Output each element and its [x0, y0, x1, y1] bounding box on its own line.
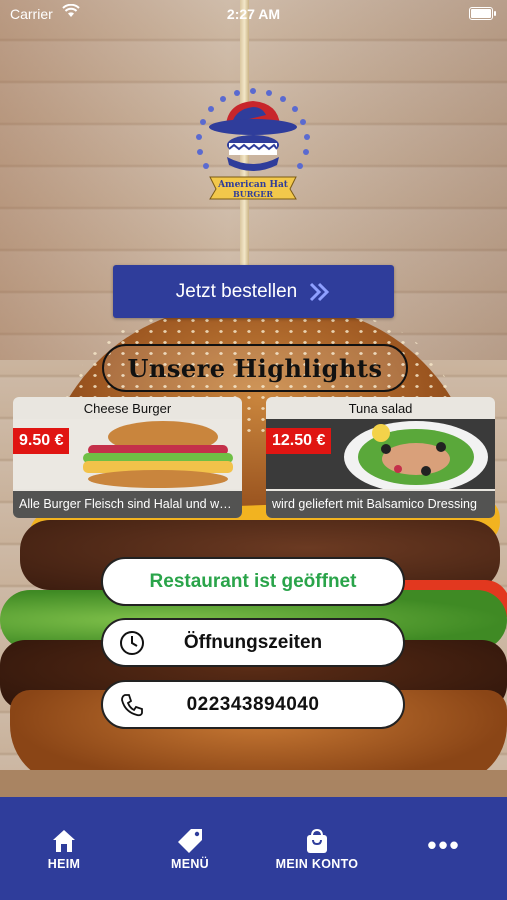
opening-hours-label: Öffnungszeiten: [183, 631, 323, 653]
tab-account[interactable]: MEIN KONTO: [262, 827, 372, 871]
order-now-label: Jetzt bestellen: [175, 280, 298, 302]
logo-text-line2: BURGER: [233, 189, 273, 199]
tab-menu[interactable]: MENÜ: [135, 827, 245, 871]
tab-account-label: MEIN KONTO: [275, 857, 359, 871]
tag-icon: [178, 829, 202, 853]
restaurant-status-button[interactable]: Restaurant ist geöffnet: [101, 557, 405, 606]
order-now-button[interactable]: Jetzt bestellen: [113, 265, 394, 318]
double-chevron-right-icon: [310, 282, 330, 301]
tab-more[interactable]: •••: [389, 832, 499, 859]
product-name: Tuna salad: [348, 401, 413, 416]
opening-hours-button[interactable]: Öffnungszeiten: [101, 618, 405, 667]
tab-home[interactable]: HEIM: [9, 827, 119, 871]
clock-icon: [120, 631, 144, 655]
product-description: Alle Burger Fleisch sind Halal und werde…: [13, 491, 242, 518]
battery-icon: [469, 7, 496, 20]
status-bar: Carrier 2:27 AM: [0, 0, 507, 28]
more-icon: •••: [427, 830, 461, 860]
phone-button[interactable]: 022343894040: [101, 680, 405, 729]
phone-number: 022343894040: [186, 693, 320, 715]
highlights-heading: Unsere Highlights: [102, 344, 408, 392]
tab-menu-label: MENÜ: [170, 857, 209, 871]
home-icon: [53, 830, 75, 852]
highlight-card-tuna-salad[interactable]: Tuna salad 12.50 € wird geliefert mit Ba…: [266, 397, 495, 518]
phone-icon: [121, 694, 143, 717]
price-badge: 9.50 €: [13, 428, 70, 454]
brand-logo: American Hat BURGER: [196, 88, 310, 200]
shopping-bag-icon: [307, 828, 327, 853]
tab-home-label: HEIM: [47, 857, 81, 871]
tab-bar: HEIM MENÜ MEIN KONTO •••: [0, 797, 507, 900]
clock: 2:27 AM: [226, 6, 281, 22]
highlight-card-cheese-burger[interactable]: Cheese Burger 9.50 € Alle Burger Fleisch…: [13, 397, 242, 518]
product-name: Cheese Burger: [83, 401, 172, 416]
wooden-board: [0, 770, 507, 800]
price-badge: 12.50 €: [266, 428, 332, 454]
product-description: wird geliefert mit Balsamico Dressing: [266, 491, 495, 518]
